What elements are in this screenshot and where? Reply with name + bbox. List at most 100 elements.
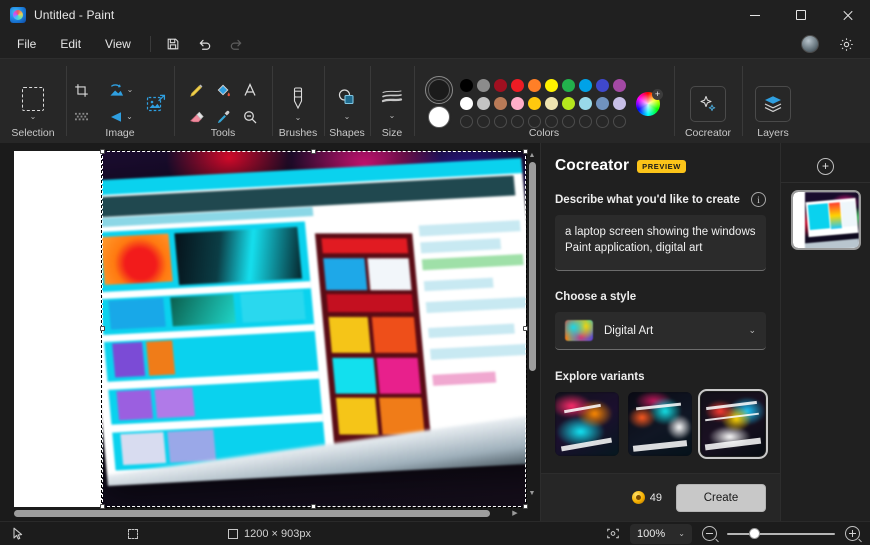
cocreator-button[interactable] <box>690 86 726 122</box>
color-swatch[interactable] <box>460 115 473 128</box>
secondary-color-swatch[interactable] <box>428 106 450 128</box>
color-swatch[interactable] <box>528 115 541 128</box>
color-swatch[interactable] <box>562 115 575 128</box>
color-swatch[interactable] <box>596 115 609 128</box>
primary-color-swatch[interactable] <box>428 79 450 101</box>
color-swatch[interactable] <box>477 115 490 128</box>
fit-to-window-icon[interactable] <box>606 528 620 540</box>
variants-list <box>555 392 766 456</box>
color-swatch[interactable] <box>545 79 558 92</box>
menu-bar: File Edit View <box>0 30 870 58</box>
artwork-laptop-screen <box>102 158 526 486</box>
zoom-slider-track <box>727 533 835 535</box>
color-swatch[interactable] <box>579 97 592 110</box>
color-swatch[interactable] <box>596 97 609 110</box>
vertical-scroll-track[interactable] <box>529 162 536 488</box>
menu-edit[interactable]: Edit <box>49 33 92 55</box>
redo-icon[interactable] <box>223 33 251 55</box>
zoom-level-dropdown[interactable]: 100% ⌄ <box>630 524 692 544</box>
save-icon[interactable] <box>159 33 187 55</box>
style-thumbnail-icon <box>565 320 593 341</box>
color-swatch[interactable] <box>511 115 524 128</box>
color-swatch[interactable] <box>579 115 592 128</box>
color-wheel-icon[interactable]: + <box>636 92 660 116</box>
layers-button[interactable] <box>755 86 791 122</box>
canvas-horizontal-scrollbar[interactable]: ▶ <box>14 507 520 519</box>
group-label-brushes: Brushes <box>272 127 324 139</box>
color-swatch[interactable] <box>579 79 592 92</box>
fill-bucket-icon[interactable] <box>210 77 236 103</box>
style-selected-value: Digital Art <box>604 325 737 337</box>
account-avatar-icon[interactable] <box>796 33 824 55</box>
color-swatch[interactable] <box>613 115 626 128</box>
color-swatch[interactable] <box>562 79 575 92</box>
menu-view[interactable]: View <box>94 33 142 55</box>
color-swatch[interactable] <box>613 97 626 110</box>
credits-indicator: 49 <box>632 491 662 504</box>
layers-panel: + <box>780 143 870 521</box>
info-icon[interactable]: i <box>751 192 766 207</box>
color-swatch[interactable] <box>545 115 558 128</box>
scroll-down-arrow[interactable]: ▼ <box>529 489 536 499</box>
zoom-slider-thumb[interactable] <box>749 528 760 539</box>
horizontal-scroll-thumb[interactable] <box>14 510 490 517</box>
canvas[interactable] <box>14 151 526 507</box>
zoom-out-icon[interactable] <box>702 526 717 541</box>
selection-rect-icon <box>22 87 44 111</box>
pencil-icon[interactable] <box>183 77 209 103</box>
horizontal-scroll-track[interactable] <box>14 510 510 517</box>
brushes-button[interactable]: ⌄ <box>278 78 318 130</box>
style-dropdown[interactable]: Digital Art ⌄ <box>555 312 766 350</box>
canvas-vertical-scrollbar[interactable]: ▲ ▼ <box>526 151 538 499</box>
shapes-button[interactable]: ⌄ <box>327 78 367 130</box>
color-swatch[interactable] <box>528 97 541 110</box>
add-layer-button[interactable]: + <box>781 151 870 183</box>
close-button[interactable] <box>824 0 870 30</box>
variant-1[interactable] <box>555 392 619 456</box>
variant-2[interactable] <box>628 392 692 456</box>
zoom-in-icon[interactable] <box>845 526 860 541</box>
scroll-right-arrow[interactable]: ▶ <box>510 509 520 517</box>
color-swatch[interactable] <box>596 79 609 92</box>
color-swatch[interactable] <box>528 79 541 92</box>
menubar-right-group <box>794 33 862 55</box>
settings-gear-icon[interactable] <box>832 33 860 55</box>
text-icon[interactable] <box>237 77 263 103</box>
color-swatch[interactable] <box>477 79 490 92</box>
color-swatch[interactable] <box>494 79 507 92</box>
cocreator-header: Cocreator PREVIEW <box>555 157 766 175</box>
status-bar-right: 100% ⌄ <box>606 524 860 544</box>
color-swatch[interactable] <box>562 97 575 110</box>
cocreator-title: Cocreator <box>555 157 629 175</box>
vertical-scroll-thumb[interactable] <box>529 162 536 371</box>
color-swatch[interactable] <box>511 79 524 92</box>
color-swatch[interactable] <box>511 97 524 110</box>
color-swatch[interactable] <box>613 79 626 92</box>
size-button[interactable]: ⌄ <box>372 78 412 130</box>
color-swatch[interactable] <box>477 97 490 110</box>
canvas-area[interactable]: ▲ ▼ ▶ <box>0 143 540 521</box>
color-swatch[interactable] <box>545 97 558 110</box>
group-brushes: ⌄ Brushes <box>272 59 324 143</box>
canvas-artwork <box>102 151 526 507</box>
variant-3[interactable] <box>701 392 765 456</box>
scroll-up-arrow[interactable]: ▲ <box>529 151 536 161</box>
preview-badge: PREVIEW <box>637 160 686 173</box>
zoom-slider[interactable] <box>727 527 835 541</box>
crop-icon[interactable] <box>69 77 95 103</box>
color-swatch[interactable] <box>460 79 473 92</box>
create-button[interactable]: Create <box>676 484 766 512</box>
color-swatch[interactable] <box>494 97 507 110</box>
menu-file[interactable]: File <box>6 33 47 55</box>
color-swatch[interactable] <box>494 115 507 128</box>
color-swatch[interactable] <box>460 97 473 110</box>
minimize-button[interactable] <box>732 0 778 30</box>
resize-skew-icon[interactable] <box>140 88 172 120</box>
undo-icon[interactable] <box>191 33 219 55</box>
layer-item[interactable] <box>793 192 859 248</box>
selection-tool-button[interactable]: ⌄ <box>11 78 55 130</box>
maximize-button[interactable] <box>778 0 824 30</box>
prompt-input[interactable]: a laptop screen showing the windows Pain… <box>555 215 766 271</box>
chevron-down-icon: ⌄ <box>295 114 302 122</box>
rotate-icon[interactable]: ⌄ <box>104 77 138 103</box>
